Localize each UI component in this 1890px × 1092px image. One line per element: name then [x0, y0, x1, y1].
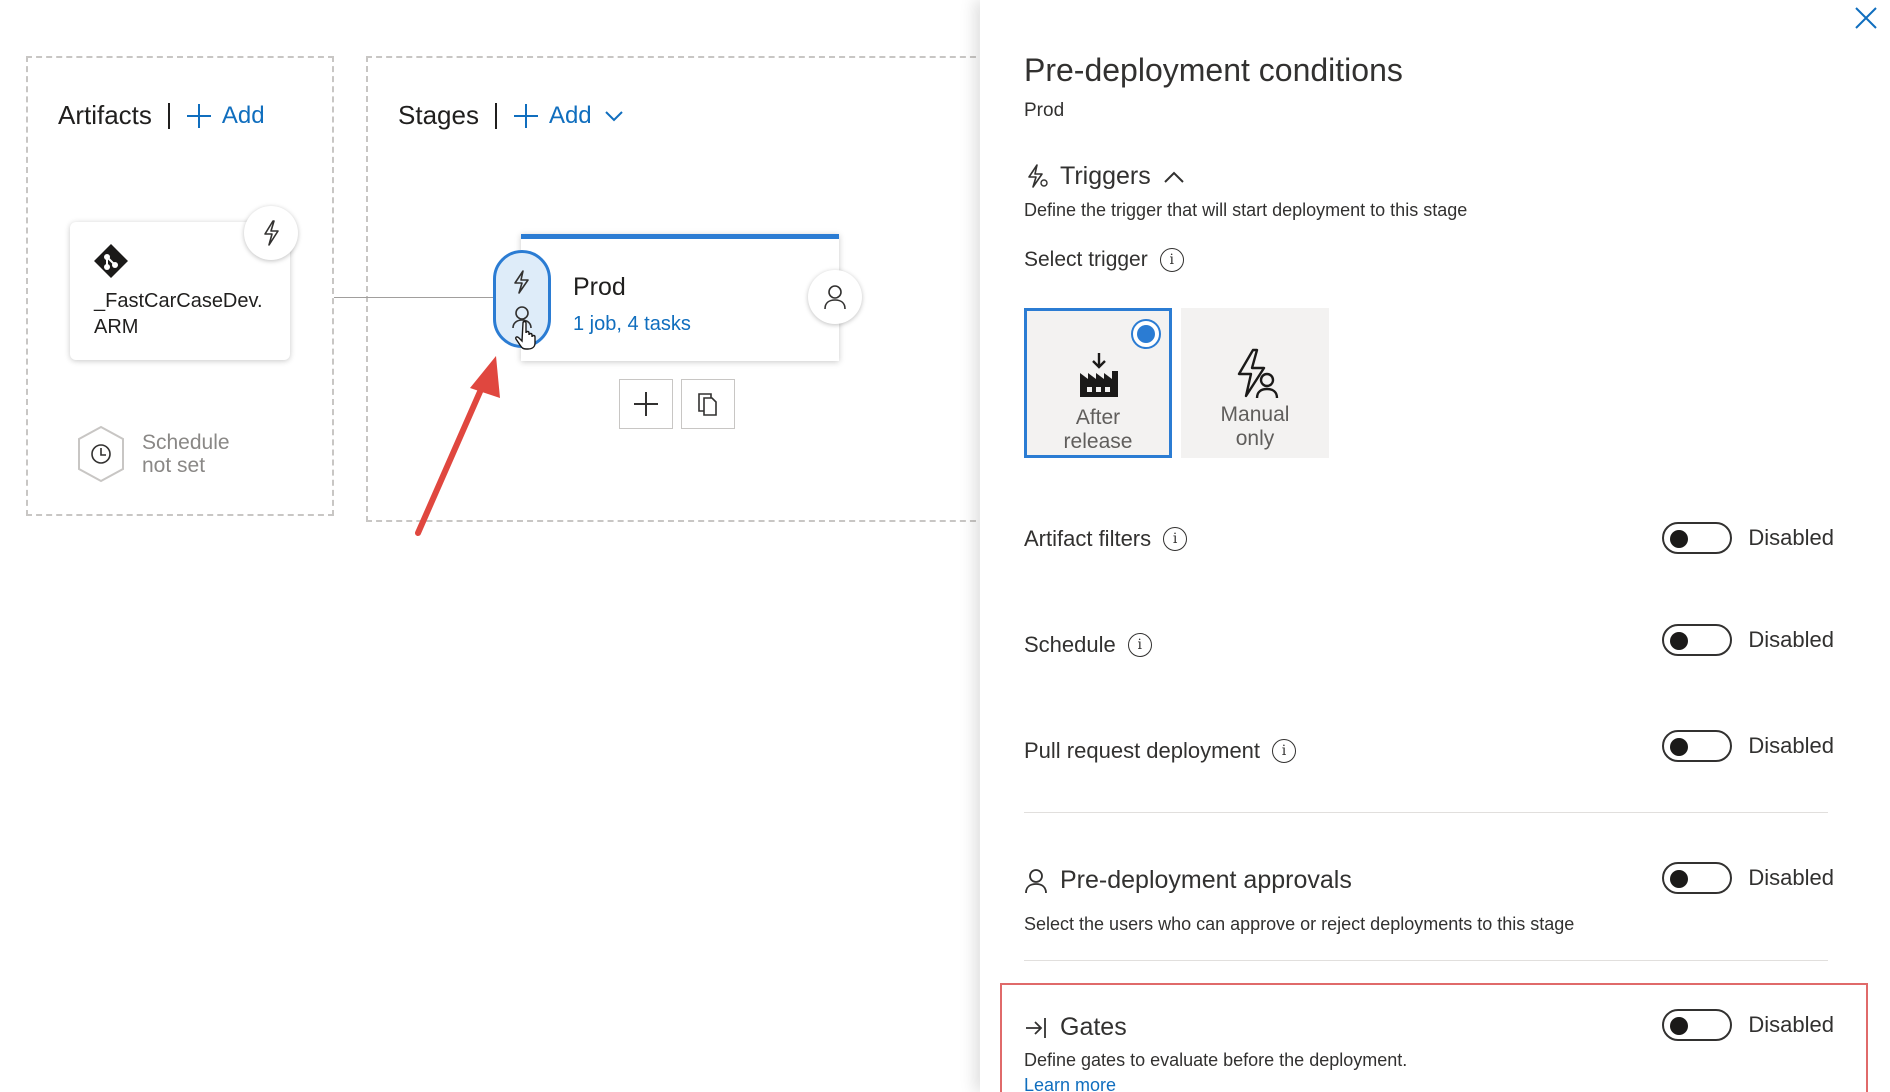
lightning-icon [514, 270, 529, 294]
add-artifact-label: Add [221, 101, 265, 129]
radio-selected-icon [1131, 319, 1161, 349]
stage-card-prod[interactable]: Prod 1 job, 4 tasks [521, 234, 839, 361]
artifact-name: _FastCarCaseDev.ARM [94, 290, 263, 338]
git-icon [94, 244, 128, 278]
toggle-state: Disabled [1748, 1012, 1834, 1037]
info-icon[interactable]: i [1127, 633, 1152, 657]
add-stage-button[interactable]: Add [513, 102, 634, 130]
plus-icon [634, 392, 658, 416]
pull-request-toggle-wrap: Disabled [1662, 730, 1834, 762]
release-icon [1080, 353, 1118, 397]
artifact-filters-toggle[interactable] [1662, 522, 1733, 554]
artifact-filters-row: Artifact filters i [1024, 526, 1188, 552]
trigger-icon [1028, 163, 1048, 188]
separator [167, 102, 170, 129]
hand-cursor-icon [515, 320, 536, 350]
stage-name: Prod [573, 273, 626, 301]
pull-request-row: Pull request deployment i [1024, 738, 1297, 764]
clone-stage-button[interactable] [681, 379, 735, 429]
schedule-label: Schedule [1024, 632, 1116, 657]
gate-icon [1026, 1017, 1046, 1038]
stages-header: Stages Add [398, 100, 634, 131]
manual-trigger-icon [1237, 348, 1279, 399]
schedule-toggle-wrap: Disabled [1662, 624, 1834, 656]
panel-subtitle: Prod [1024, 100, 1065, 121]
add-stage-below-button[interactable] [619, 379, 673, 429]
stage-summary-link[interactable]: 1 job, 4 tasks [573, 313, 691, 336]
chevron-down-icon [604, 110, 623, 121]
approvals-row: Pre-deployment approvals [1024, 866, 1352, 895]
artifacts-title: Artifacts [58, 100, 152, 130]
close-icon[interactable] [1852, 4, 1880, 32]
pipeline-canvas: Artifacts Add Stages Add _FastCarCaseDev… [0, 0, 1000, 1092]
post-deployment-conditions-button[interactable] [808, 270, 862, 324]
schedule-toggle[interactable] [1662, 624, 1733, 656]
add-stage-label: Add [548, 101, 592, 129]
info-icon[interactable]: i [1159, 248, 1184, 272]
info-icon[interactable]: i [1272, 739, 1297, 763]
select-trigger-label: Select trigger i [1024, 248, 1184, 272]
clock-icon [78, 425, 124, 483]
learn-more-link[interactable]: Learn more [1024, 1075, 1116, 1092]
plus-icon [186, 103, 211, 128]
option-label: Manual only [1220, 403, 1290, 450]
schedule-text: Schedule not set [142, 431, 230, 477]
stages-title: Stages [398, 100, 479, 130]
toggle-state: Disabled [1748, 627, 1834, 652]
triggers-heading: Triggers [1060, 162, 1151, 190]
copy-icon [698, 393, 717, 416]
gates-description: Define gates to evaluate before the depl… [1024, 1050, 1408, 1070]
trigger-option-after-release[interactable]: After release [1024, 308, 1172, 458]
pull-request-label: Pull request deployment [1024, 738, 1261, 763]
toggle-state: Disabled [1748, 733, 1834, 758]
gates-toggle[interactable] [1662, 1009, 1733, 1041]
approvals-heading: Pre-deployment approvals [1060, 866, 1352, 894]
schedule-row: Schedule i [1024, 632, 1152, 658]
triggers-section-toggle[interactable]: Triggers [1024, 162, 1185, 191]
divider [1024, 960, 1828, 961]
select-trigger-text: Select trigger [1024, 248, 1148, 271]
artifacts-header: Artifacts Add [58, 100, 265, 131]
approvals-toggle[interactable] [1662, 862, 1733, 894]
connector-line [334, 297, 496, 298]
gates-heading: Gates [1060, 1013, 1127, 1041]
lightning-icon [264, 220, 279, 246]
info-icon[interactable]: i [1163, 527, 1188, 551]
artifact-filters-toggle-wrap: Disabled [1662, 522, 1834, 554]
separator [494, 102, 497, 129]
panel-title: Pre-deployment conditions [1024, 52, 1403, 88]
approvals-description: Select the users who can approve or reje… [1024, 914, 1575, 934]
plus-icon [513, 103, 538, 128]
artifact-filters-label: Artifact filters [1024, 526, 1152, 551]
divider [1024, 812, 1828, 813]
gates-toggle-wrap: Disabled [1662, 1009, 1834, 1041]
chevron-up-icon [1164, 171, 1184, 183]
gates-row: Gates [1024, 1013, 1127, 1042]
approvals-toggle-wrap: Disabled [1662, 862, 1834, 894]
pre-deployment-conditions-panel: Pre-deployment conditions Prod Triggers … [980, 0, 1890, 1092]
pull-request-toggle[interactable] [1662, 730, 1733, 762]
toggle-state: Disabled [1748, 525, 1834, 550]
toggle-state: Disabled [1748, 865, 1834, 890]
after-release-label: After release [1027, 406, 1169, 454]
continuous-deployment-trigger-button[interactable] [244, 206, 298, 260]
person-icon [824, 285, 846, 310]
add-artifact-button[interactable]: Add [186, 102, 265, 130]
pre-deployment-conditions-button[interactable] [493, 250, 551, 350]
schedule-indicator[interactable]: Schedule not set [74, 424, 242, 484]
option-label: After release [1063, 406, 1133, 453]
triggers-description: Define the trigger that will start deplo… [1024, 200, 1468, 220]
manual-only-label: Manual only [1181, 403, 1329, 451]
trigger-option-manual-only[interactable]: Manual only [1181, 308, 1329, 458]
person-icon [1025, 868, 1047, 893]
annotation-arrow [415, 356, 500, 536]
